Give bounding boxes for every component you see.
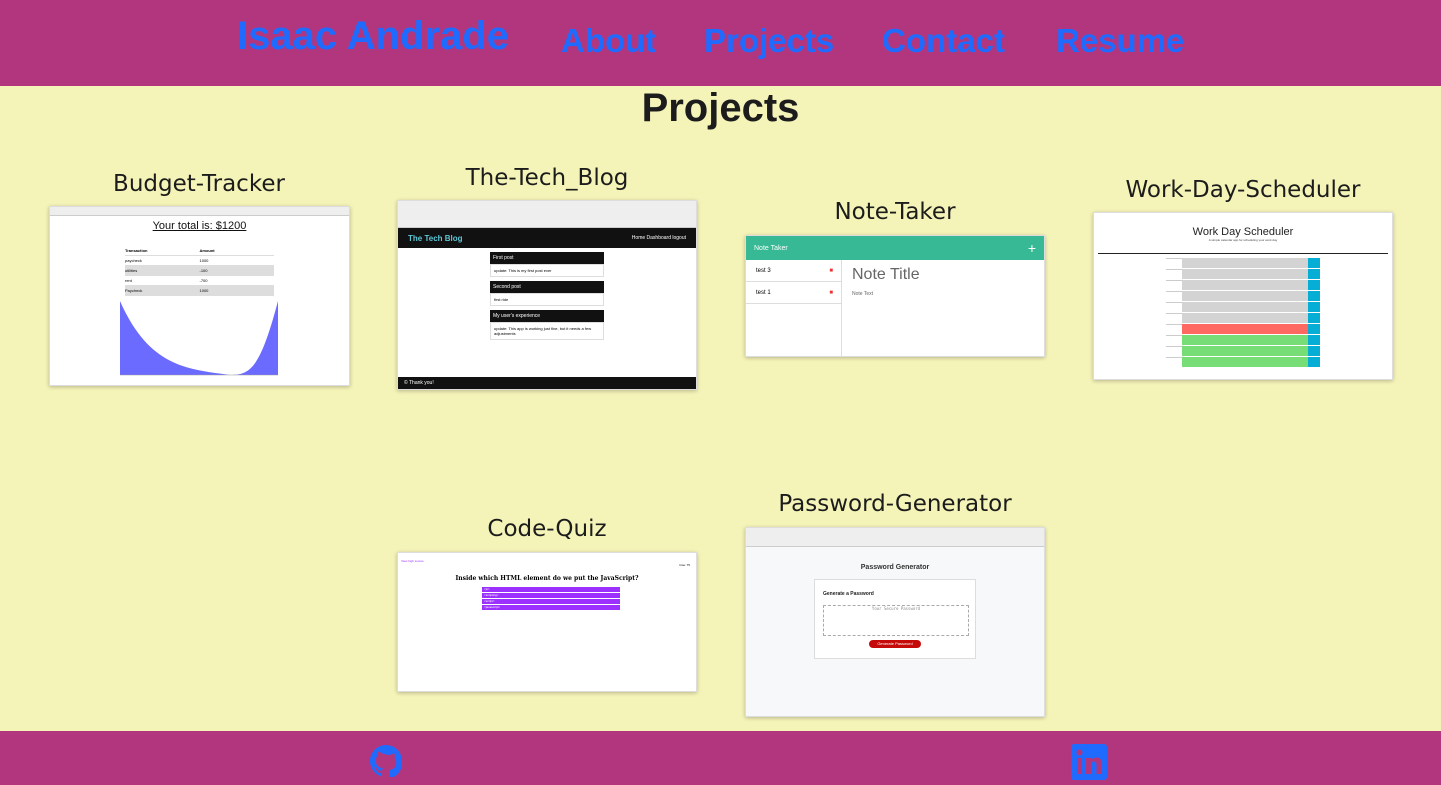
password-generator-screenshot[interactable]: Password Generator Generate a Password Y… [745, 527, 1045, 717]
project-title: Note-Taker [834, 199, 956, 225]
code-quiz-screenshot[interactable]: View high scores time: 75 Inside which H… [397, 552, 697, 692]
nav-about[interactable]: About [561, 22, 656, 60]
linkedin-icon[interactable] [1071, 744, 1107, 780]
nav-resume[interactable]: Resume [1056, 22, 1184, 60]
project-work-day-scheduler: Work-Day-Scheduler [1093, 177, 1393, 203]
nav-contact[interactable]: Contact [882, 22, 1005, 60]
page-title: Projects [641, 86, 800, 130]
top-navbar: Isaac Andrade About Projects Contact Res… [0, 0, 1441, 86]
budget-total: Your total is: $1200 [152, 220, 247, 232]
project-tech-blog: The-Tech_Blog [397, 165, 697, 191]
footer [0, 731, 1441, 785]
nav-projects[interactable]: Projects [704, 22, 834, 60]
project-title: Code-Quiz [487, 516, 607, 542]
project-title: Work-Day-Scheduler [1125, 177, 1361, 203]
project-title: Budget-Tracker [113, 171, 285, 197]
project-note-taker: Note-Taker [745, 199, 1045, 225]
note-taker-screenshot[interactable]: Note Taker + test 3 ■ test 1 ■ Note Title N… [745, 235, 1045, 357]
project-code-quiz: Code-Quiz [397, 516, 697, 542]
project-password-generator: Password-Generator [745, 491, 1045, 517]
tech-blog-screenshot[interactable]: The Tech Blog Home Dashboard logout First… [397, 200, 697, 390]
project-title: The-Tech_Blog [465, 165, 629, 191]
project-budget-tracker: Budget-Tracker [49, 171, 349, 197]
scheduler-screenshot[interactable]: Work Day Scheduler A simple calendar app… [1093, 212, 1393, 380]
budget-chart [120, 301, 278, 376]
brand-link[interactable]: Isaac Andrade [237, 14, 509, 59]
project-title: Password-Generator [778, 491, 1012, 517]
budget-tracker-screenshot[interactable]: Your total is: $1200 Transaction Amount p… [49, 206, 350, 386]
github-icon[interactable] [370, 745, 402, 777]
